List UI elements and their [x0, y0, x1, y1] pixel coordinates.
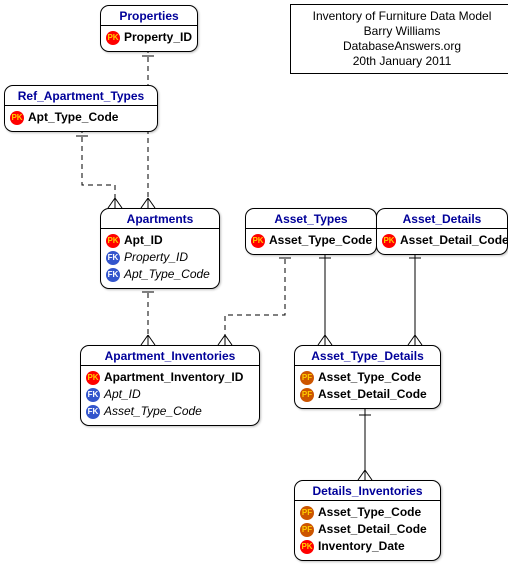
- info-line-4: 20th January 2011: [299, 54, 505, 69]
- entity-body: PK Asset_Type_Code: [246, 229, 376, 254]
- attribute-label: Apt_Type_Code: [28, 109, 118, 126]
- fk-key-icon: FK: [86, 388, 100, 402]
- fk-key-icon: FK: [86, 405, 100, 419]
- info-line-2: Barry Williams: [299, 24, 505, 39]
- entity-title: Details_Inventories: [295, 481, 440, 501]
- entity-attribute: PF Asset_Type_Code: [300, 504, 435, 521]
- pk-key-icon: PK: [382, 234, 396, 248]
- attribute-label: Property_ID: [124, 29, 192, 46]
- attribute-label: Asset_Detail_Code: [400, 232, 508, 249]
- entity-body: PK Apt_ID FK Property_ID FK Apt_Type_Code: [101, 229, 219, 288]
- entity-attribute: PK Asset_Type_Code: [251, 232, 371, 249]
- attribute-label: Asset_Detail_Code: [318, 386, 427, 403]
- entity-body: PK Apartment_Inventory_ID FK Apt_ID FK Asset_…: [81, 366, 259, 425]
- entity-title: Asset_Types: [246, 209, 376, 229]
- entity-title: Properties: [101, 6, 197, 26]
- entity-asset-details: Asset_Details PK Asset_Detail_Code: [376, 208, 508, 255]
- attribute-label: Inventory_Date: [318, 538, 405, 555]
- entity-ref-apartment-types: Ref_Apartment_Types PK Apt_Type_Code: [4, 85, 158, 132]
- entity-attribute: FK Asset_Type_Code: [86, 403, 254, 420]
- fk-key-icon: FK: [106, 251, 120, 265]
- entity-title: Asset_Details: [377, 209, 507, 229]
- entity-attribute: PF Asset_Detail_Code: [300, 521, 435, 538]
- pf-key-icon: PF: [300, 388, 314, 402]
- attribute-label: Property_ID: [124, 249, 188, 266]
- attribute-label: Asset_Detail_Code: [318, 521, 427, 538]
- attribute-label: Apartment_Inventory_ID: [104, 369, 243, 386]
- fk-key-icon: FK: [106, 268, 120, 282]
- entity-apartments: Apartments PK Apt_ID FK Property_ID FK Apt_Typ…: [100, 208, 220, 289]
- entity-title: Apartment_Inventories: [81, 346, 259, 366]
- entity-body: PF Asset_Type_Code PF Asset_Detail_Code: [295, 366, 440, 408]
- entity-title: Asset_Type_Details: [295, 346, 440, 366]
- info-line-3: DatabaseAnswers.org: [299, 39, 505, 54]
- entity-attribute: PF Asset_Type_Code: [300, 369, 435, 386]
- entity-attribute: PK Apt_Type_Code: [10, 109, 152, 126]
- pk-key-icon: PK: [251, 234, 265, 248]
- entity-details-inventories: Details_Inventories PF Asset_Type_Code PF As…: [294, 480, 441, 561]
- info-line-1: Inventory of Furniture Data Model: [299, 9, 505, 24]
- entity-properties: Properties PK Property_ID: [100, 5, 198, 52]
- attribute-label: Asset_Type_Code: [269, 232, 372, 249]
- pk-key-icon: PK: [10, 111, 24, 125]
- entity-body: PK Property_ID: [101, 26, 197, 51]
- pf-key-icon: PF: [300, 506, 314, 520]
- entity-title: Ref_Apartment_Types: [5, 86, 157, 106]
- entity-body: PK Apt_Type_Code: [5, 106, 157, 131]
- entity-apartment-inventories: Apartment_Inventories PK Apartment_Invento…: [80, 345, 260, 426]
- entity-body: PF Asset_Type_Code PF Asset_Detail_Code PK In…: [295, 501, 440, 560]
- attribute-label: Apt_Type_Code: [124, 266, 210, 283]
- entity-asset-types: Asset_Types PK Asset_Type_Code: [245, 208, 377, 255]
- attribute-label: Asset_Type_Code: [318, 369, 421, 386]
- entity-attribute: PKAsset_Detail_Code: [382, 232, 502, 249]
- pk-key-icon: PK: [106, 31, 120, 45]
- pf-key-icon: PF: [300, 371, 314, 385]
- pk-key-icon: PK: [86, 371, 100, 385]
- entity-attribute: PK Apt_ID: [106, 232, 214, 249]
- pk-key-icon: PK: [300, 540, 314, 554]
- entity-attribute: PK Inventory_Date: [300, 538, 435, 555]
- entity-attribute: FK Property_ID: [106, 249, 214, 266]
- attribute-label: Asset_Type_Code: [318, 504, 421, 521]
- entity-body: PK Asset_Detail_Code: [377, 229, 507, 254]
- entity-attribute: PK Apartment_Inventory_ID: [86, 369, 254, 386]
- entity-attribute: PK Property_ID: [106, 29, 192, 46]
- attribute-label: Asset_Type_Code: [104, 403, 202, 420]
- entity-asset-type-details: Asset_Type_Details PF Asset_Type_Code PF Ass…: [294, 345, 441, 409]
- entity-attribute: PF Asset_Detail_Code: [300, 386, 435, 403]
- diagram-info-box: Inventory of Furniture Data Model Barry …: [290, 4, 508, 74]
- pf-key-icon: PF: [300, 523, 314, 537]
- attribute-label: Apt_ID: [124, 232, 163, 249]
- entity-title: Apartments: [101, 209, 219, 229]
- entity-attribute: FK Apt_ID: [86, 386, 254, 403]
- attribute-label: Apt_ID: [104, 386, 141, 403]
- entity-attribute: FK Apt_Type_Code: [106, 266, 214, 283]
- pk-key-icon: PK: [106, 234, 120, 248]
